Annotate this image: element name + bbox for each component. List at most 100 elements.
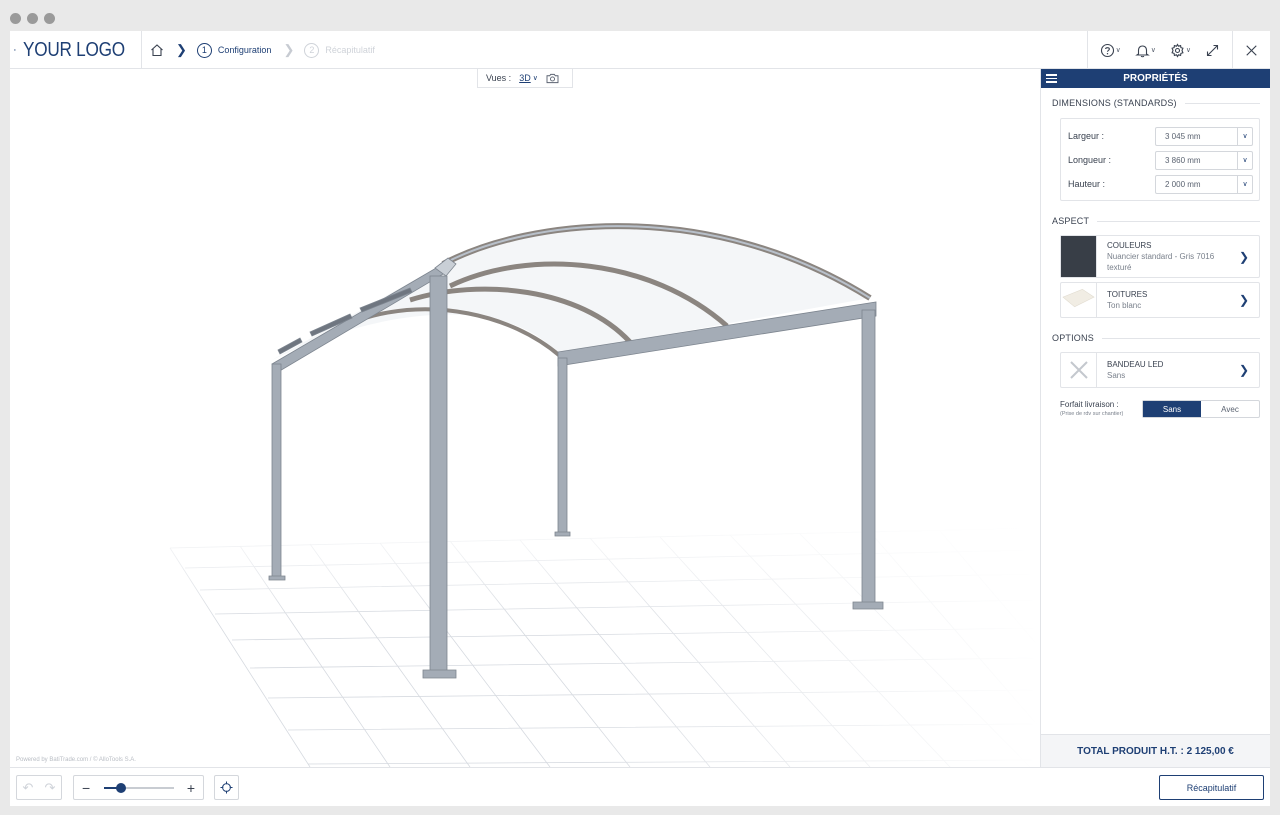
section-dimensions-title: DIMENSIONS (STANDARDS) [1052, 98, 1260, 108]
card-line: Sans [1107, 371, 1126, 380]
chevron-down-icon: ∨ [1185, 47, 1191, 54]
forfait-livraison: Forfait livraison : (Prise de rdv sur ch… [1060, 400, 1260, 418]
chevron-right-icon: ❯ [1238, 293, 1249, 307]
card-line: Nuancier standard - Gris 7016 [1107, 252, 1215, 261]
forfait-sublabel: (Prise de rdv sur chantier) [1060, 411, 1124, 417]
zoom-out-icon[interactable]: − [82, 780, 90, 796]
step-configuration[interactable]: Configuration [218, 45, 272, 55]
help-button[interactable]: ∨ [1100, 43, 1121, 58]
roof-panels [272, 223, 872, 360]
recenter-button[interactable] [214, 775, 239, 800]
close-button[interactable] [1232, 31, 1270, 69]
card-title: TOITURES [1107, 290, 1148, 299]
camera-icon[interactable] [546, 73, 559, 84]
roof-thumbnail [1061, 283, 1097, 317]
home-icon[interactable] [150, 43, 164, 57]
zoom-slider-knob[interactable] [116, 782, 126, 793]
logo[interactable]: YOUR LOGO [10, 31, 142, 69]
powered-by-credit: Powered by BatiTrade.com / © AlloTools S… [16, 757, 136, 763]
hamburger-menu-icon[interactable] [1046, 74, 1057, 83]
window-dot-minimize[interactable] [27, 13, 38, 24]
card-text: COULEURS Nuancier standard - Gris 7016 t… [1097, 236, 1238, 277]
panel-header: PROPRIÉTÉS [1041, 69, 1270, 88]
bandeau-led-card[interactable]: BANDEAU LED Sans ❯ [1060, 352, 1260, 388]
divider [1097, 220, 1260, 222]
step-recapitulatif[interactable]: Récapitulatif [325, 45, 375, 55]
browser-window: YOUR LOGO ❯ 1 Configuration ❯ 2 Récapitu… [0, 0, 1280, 815]
chevron-down-icon: ∨ [1237, 127, 1252, 145]
undo-redo-group: ↶ ↷ [16, 775, 62, 800]
step-number[interactable]: 2 [304, 42, 320, 58]
step-number[interactable]: 1 [196, 42, 212, 58]
header-tools: ∨ ∨ ∨ [1086, 31, 1270, 69]
led-thumbnail [1061, 353, 1097, 387]
chevron-down-icon: ∨ [1237, 175, 1252, 193]
card-title: BANDEAU LED [1107, 360, 1164, 369]
settings-button[interactable]: ∨ [1170, 42, 1191, 58]
toggle-option-sans[interactable]: Sans [1143, 401, 1201, 417]
roof-panel-icon [1062, 288, 1095, 308]
hauteur-select[interactable]: 2 000 mm ∨ [1155, 174, 1253, 194]
dimension-value: 3 860 mm [1165, 155, 1201, 165]
view-mode-select[interactable]: 3D [519, 73, 531, 83]
section-label: OPTIONS [1052, 333, 1094, 343]
card-text: BANDEAU LED Sans [1097, 353, 1187, 387]
longueur-select[interactable]: 3 860 mm ∨ [1155, 150, 1253, 170]
window-dot-maximize[interactable] [44, 13, 55, 24]
zoom-in-icon[interactable]: + [187, 780, 195, 796]
forfait-label: Forfait livraison : [1060, 400, 1119, 409]
dimension-row-largeur: Largeur : 3 045 mm ∨ [1068, 124, 1253, 148]
top-bar: YOUR LOGO ❯ 1 Configuration ❯ 2 Récapitu… [10, 31, 1270, 69]
3d-viewport[interactable]: Vues : 3D ∨ Powered by BatiTrade.com / ©… [10, 69, 1040, 767]
fullscreen-button[interactable] [1205, 43, 1220, 58]
crosshair-icon [220, 781, 233, 794]
bell-icon [1134, 44, 1150, 57]
dimension-label: Largeur : [1068, 131, 1105, 141]
zoom-slider[interactable] [103, 782, 174, 793]
chevron-down-icon: ∨ [532, 75, 538, 82]
carport-3d-scene[interactable] [10, 88, 1040, 767]
chevron-right-icon: ❯ [176, 42, 187, 57]
dimension-value: 3 045 mm [1165, 131, 1201, 141]
logo-text: YOUR LOGO [22, 38, 125, 61]
zoom-control: − + [73, 775, 204, 800]
close-icon [1246, 44, 1257, 56]
color-swatch [1061, 236, 1097, 277]
section-aspect-title: ASPECT [1052, 216, 1260, 226]
chevron-down-icon: ∨ [1150, 47, 1156, 54]
section-label: DIMENSIONS (STANDARDS) [1052, 98, 1177, 108]
panel-title: PROPRIÉTÉS [1123, 73, 1188, 84]
configurator-app: YOUR LOGO ❯ 1 Configuration ❯ 2 Récapitu… [10, 31, 1270, 806]
toggle-option-avec[interactable]: Avec [1201, 401, 1259, 417]
chevron-right-icon: ❯ [1238, 249, 1249, 264]
card-title: COULEURS [1107, 241, 1152, 250]
dimension-row-hauteur: Hauteur : 2 000 mm ∨ [1068, 172, 1253, 196]
dimension-row-longueur: Longueur : 3 860 mm ∨ [1068, 148, 1253, 172]
card-text: TOITURES Ton blanc [1097, 283, 1171, 317]
dimension-label: Longueur : [1068, 155, 1112, 165]
properties-panel: PROPRIÉTÉS DIMENSIONS (STANDARDS) Largeu… [1040, 69, 1270, 767]
redo-icon[interactable]: ↷ [39, 780, 61, 796]
total-price: TOTAL PRODUIT H.T. : 2 125,00 € [1041, 734, 1270, 767]
views-bar: Vues : 3D ∨ [477, 69, 573, 88]
recapitulatif-button[interactable]: Récapitulatif [1159, 775, 1264, 800]
section-options-title: OPTIONS [1052, 333, 1260, 343]
toitures-card[interactable]: TOITURES Ton blanc ❯ [1060, 282, 1260, 318]
window-controls [10, 13, 55, 24]
chevron-right-icon: ❯ [1238, 363, 1249, 377]
chevron-down-icon: ∨ [1237, 151, 1252, 169]
forfait-toggle: Sans Avec [1142, 400, 1260, 418]
largeur-select[interactable]: 3 045 mm ∨ [1155, 126, 1253, 146]
notifications-button[interactable]: ∨ [1134, 43, 1156, 58]
window-dot-close[interactable] [10, 13, 21, 24]
tool-group: ∨ ∨ ∨ [1086, 31, 1232, 69]
chevron-right-icon: ❯ [283, 42, 295, 57]
views-label: Vues : [486, 73, 512, 83]
chevron-down-icon: ∨ [1115, 47, 1121, 54]
divider [1101, 337, 1260, 339]
couleurs-card[interactable]: COULEURS Nuancier standard - Gris 7016 t… [1060, 235, 1260, 278]
card-line: texturé [1107, 263, 1132, 272]
logo-shield-icon [14, 49, 16, 51]
undo-icon[interactable]: ↶ [17, 780, 39, 796]
bottom-toolbar: ↶ ↷ − + Récapitulatif [10, 767, 1270, 806]
